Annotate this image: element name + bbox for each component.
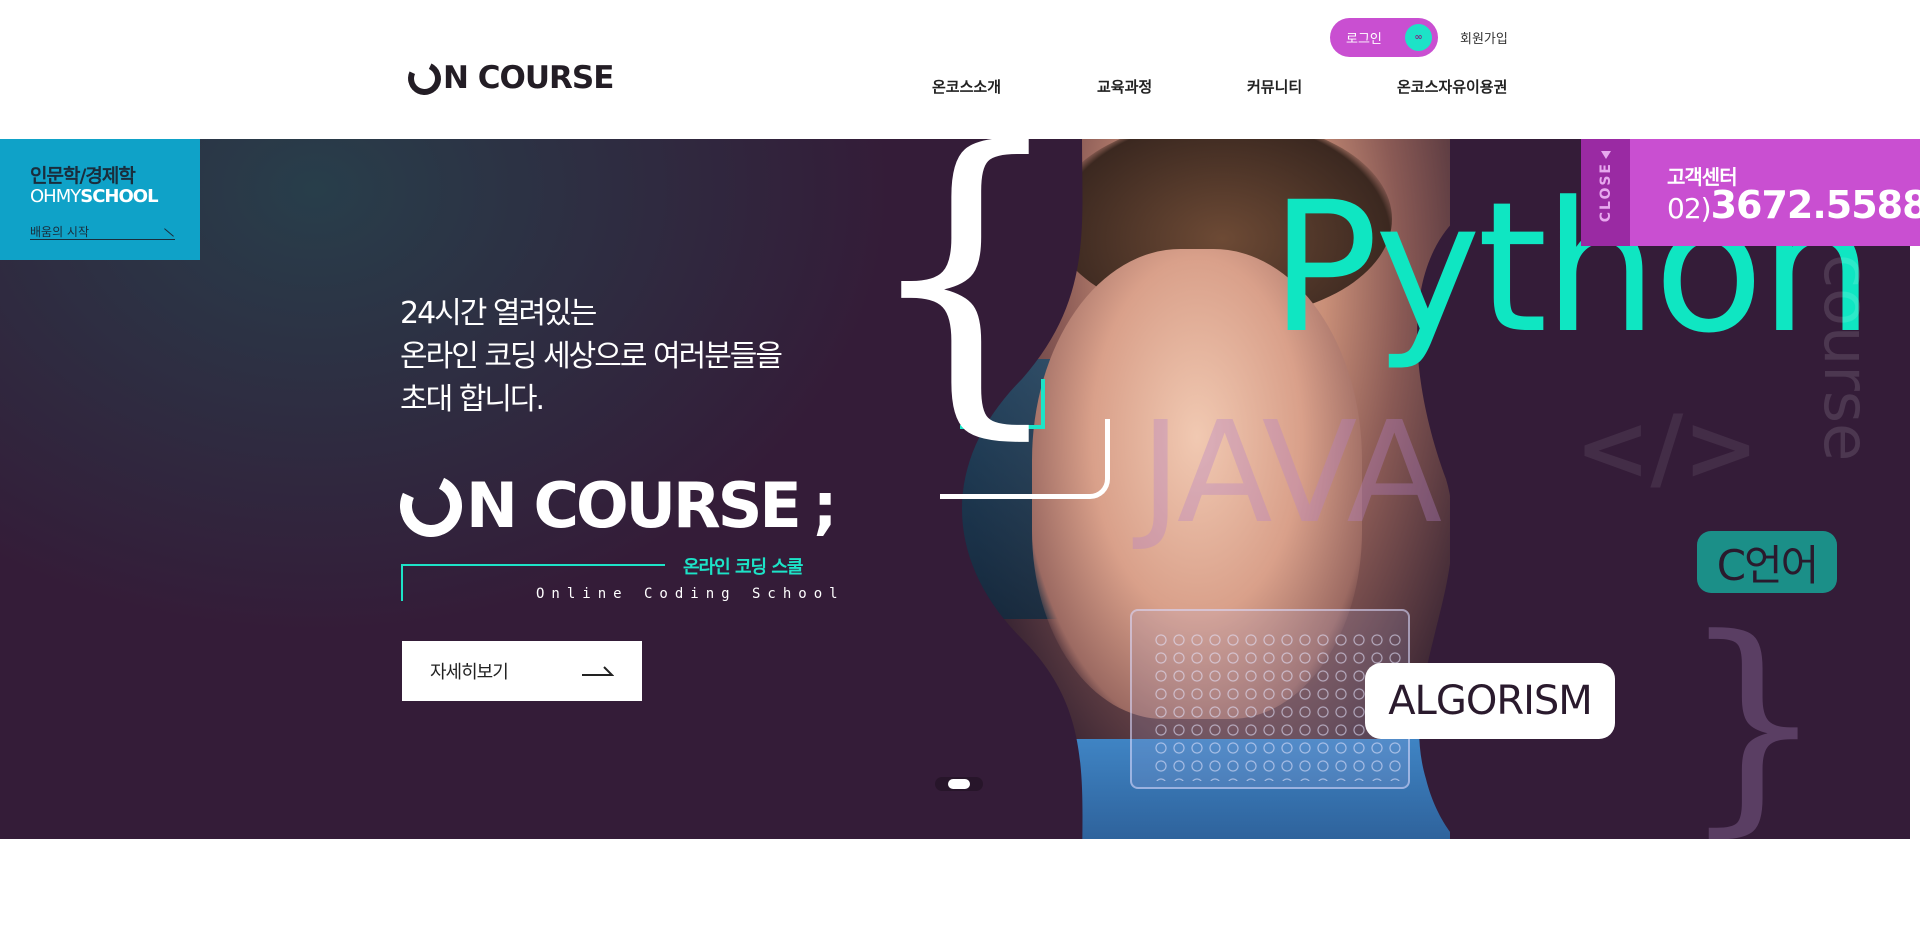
triangle-down-icon [1601, 151, 1611, 159]
nav-item-community[interactable]: 커뮤니티 [1247, 76, 1397, 97]
banner-underline [30, 239, 175, 240]
main-nav: 온코스소개 교육과정 커뮤니티 온코스자유이용권 [932, 76, 1507, 97]
nav-item-free-pass[interactable]: 온코스자유이용권 [1397, 76, 1507, 97]
close-label: CLOSE [1597, 162, 1614, 223]
banner-brand-light: OHMY [30, 186, 81, 207]
more-button[interactable]: 자세히보기 [402, 641, 642, 701]
ohmyschool-banner[interactable]: 인문학/경제학 OHMYSCHOOL 배움의 시작 [0, 139, 200, 260]
nav-item-about[interactable]: 온코스소개 [932, 76, 1097, 97]
curly-brace-right: } [1680, 590, 1827, 839]
close-button[interactable]: CLOSE [1581, 139, 1630, 246]
pager-dot-active[interactable] [948, 779, 970, 789]
hero-lead-text: 24시간 열려있는 온라인 코딩 세상으로 여러분들을 초대 합니다. [400, 292, 783, 421]
more-button-label: 자세히보기 [430, 662, 509, 683]
logo-o-mark [403, 56, 446, 100]
phone-prefix: 02) [1667, 192, 1712, 225]
join-link[interactable]: 회원가입 [1460, 28, 1508, 47]
hero-lead-line: 온라인 코딩 세상으로 여러분들을 [400, 339, 783, 374]
course-vertical-word: course [1810, 254, 1883, 462]
nav-item-courses[interactable]: 교육과정 [1097, 76, 1247, 97]
utility-menu: 로그인 ∞ 회원가입 [1330, 18, 1508, 57]
hero-logo-semicolon: ; [812, 469, 838, 542]
code-tag-icon: </> [1575, 396, 1759, 501]
slider-pager[interactable] [935, 777, 983, 791]
phone-number: 3672.5588 [1710, 183, 1920, 227]
customer-center-phone[interactable]: 02)3672.5588 [1667, 183, 1920, 229]
banner-title: 인문학/경제학 [30, 165, 136, 187]
banner-link[interactable]: 배움의 시작 [30, 223, 89, 240]
hero-logo: N COURSE ; [391, 465, 838, 546]
infinity-icon: ∞ [1405, 24, 1432, 51]
subtitle-english: Online Coding School [536, 586, 845, 602]
hero-logo-text: N COURSE [466, 468, 802, 542]
banner-brand-bold: SCHOOL [80, 186, 158, 207]
customer-center-banner: CLOSE 고객센터 02)3672.5588 [1581, 139, 1920, 246]
subtitle-korean: 온라인 코딩 스쿨 [683, 557, 803, 578]
arrow-right-icon [582, 666, 614, 676]
hero-lead-line: 24시간 열려있는 [400, 296, 597, 331]
algorism-badge: ALGORISM [1365, 663, 1615, 739]
subtitle-line [401, 564, 665, 566]
login-button[interactable]: 로그인 ∞ [1330, 18, 1438, 57]
login-label: 로그인 [1346, 32, 1382, 47]
subtitle-line-vertical [401, 564, 403, 601]
hero-lead-line: 초대 합니다. [400, 382, 545, 417]
curly-brace-left: { [860, 139, 1070, 466]
java-word: JAVA [1140, 392, 1442, 555]
banner-arrow-icon [164, 228, 174, 237]
hero-logo-o-mark [391, 465, 471, 546]
c-language-badge: C언어 [1697, 531, 1837, 593]
site-header: N COURSE 로그인 ∞ 회원가입 온코스소개 교육과정 커뮤니티 온코스자… [0, 0, 1920, 139]
site-logo[interactable]: N COURSE [403, 56, 614, 100]
banner-brand: OHMYSCHOOL [30, 186, 159, 207]
logo-text: N COURSE [443, 60, 614, 96]
